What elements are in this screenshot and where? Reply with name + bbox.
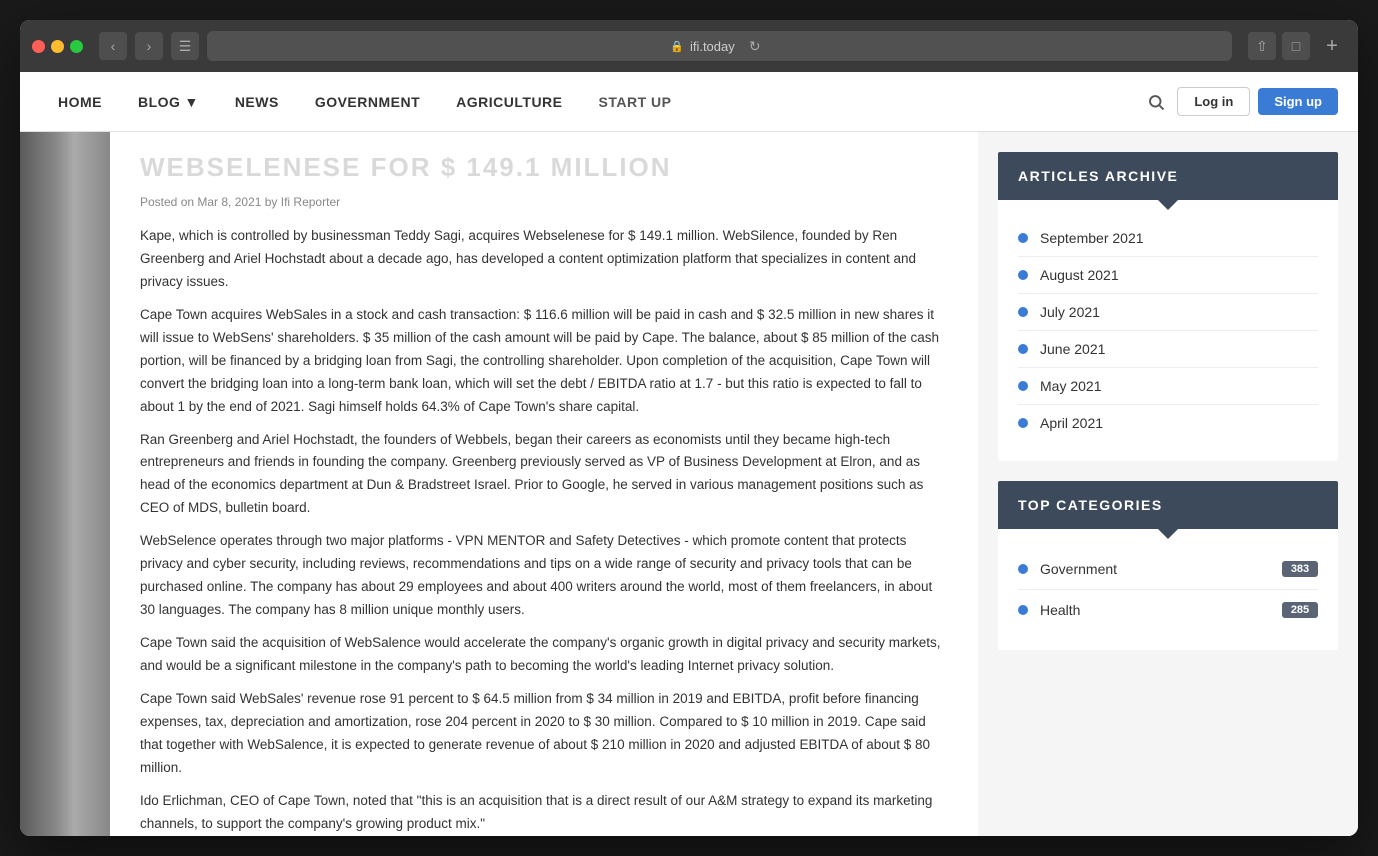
browser-window: ‹ › ☰ 🔒 ifi.today ↻ ⇧ □ + HOME BLOG ▼ NE… <box>20 20 1358 836</box>
archive-dot <box>1018 381 1028 391</box>
archive-dot <box>1018 418 1028 428</box>
search-button[interactable] <box>1143 89 1169 115</box>
archive-item-sep2021[interactable]: September 2021 <box>1018 220 1318 257</box>
left-background <box>20 132 110 836</box>
archive-dot <box>1018 270 1028 280</box>
nav-agriculture[interactable]: AGRICULTURE <box>438 72 580 132</box>
traffic-lights <box>32 40 83 53</box>
search-icon <box>1147 93 1165 111</box>
reload-button[interactable]: ↻ <box>741 32 769 60</box>
share-button[interactable]: ⇧ <box>1248 32 1276 60</box>
url-text: ifi.today <box>690 39 735 54</box>
article-paragraph-6: Cape Town said WebSales' revenue rose 91… <box>140 688 948 780</box>
categories-widget-header: TOP CATEGORIES <box>998 481 1338 529</box>
category-count: 383 <box>1282 561 1318 577</box>
article-paragraph-5: Cape Town said the acquisition of WebSal… <box>140 632 948 678</box>
category-item-health[interactable]: Health 285 <box>1018 590 1318 630</box>
lock-icon: 🔒 <box>670 40 684 53</box>
header-actions: Log in Sign up <box>1143 87 1338 116</box>
back-button[interactable]: ‹ <box>99 32 127 60</box>
close-button[interactable] <box>32 40 45 53</box>
article-paragraph-4: WebSelence operates through two major pl… <box>140 530 948 622</box>
nav-blog[interactable]: BLOG ▼ <box>120 72 217 132</box>
nav-news[interactable]: NEWS <box>217 72 297 132</box>
archive-header-triangle <box>1158 200 1178 210</box>
article-heading: WEBSELENESE FOR $ 149.1 MILLION <box>140 152 672 183</box>
archive-label: April 2021 <box>1040 415 1103 431</box>
category-item-government[interactable]: Government 383 <box>1018 549 1318 590</box>
main-content: WEBSELENESE FOR $ 149.1 MILLION Posted o… <box>110 132 978 836</box>
nav-startup[interactable]: START UP <box>581 72 690 132</box>
maximize-button[interactable] <box>70 40 83 53</box>
add-tab-button[interactable]: + <box>1318 32 1346 60</box>
signup-button[interactable]: Sign up <box>1258 88 1338 115</box>
category-left: Health <box>1018 602 1080 618</box>
browser-titlebar: ‹ › ☰ 🔒 ifi.today ↻ ⇧ □ + <box>20 20 1358 72</box>
login-button[interactable]: Log in <box>1177 87 1250 116</box>
category-left: Government <box>1018 561 1117 577</box>
categories-widget-body: Government 383 Health 285 <box>998 529 1338 650</box>
archive-item-apr2021[interactable]: April 2021 <box>1018 405 1318 441</box>
archive-dot <box>1018 344 1028 354</box>
archive-label: June 2021 <box>1040 341 1105 357</box>
content-area: WEBSELENESE FOR $ 149.1 MILLION Posted o… <box>20 132 1358 836</box>
category-dot <box>1018 605 1028 615</box>
archive-item-aug2021[interactable]: August 2021 <box>1018 257 1318 294</box>
nav-government[interactable]: GOVERNMENT <box>297 72 438 132</box>
sidebar-toggle-button[interactable]: ☰ <box>171 32 199 60</box>
archive-label: May 2021 <box>1040 378 1101 394</box>
article-body: Kape, which is controlled by businessman… <box>140 225 948 836</box>
tab-view-button[interactable]: □ <box>1282 32 1310 60</box>
website: HOME BLOG ▼ NEWS GOVERNMENT AGRICULTURE … <box>20 72 1358 836</box>
article-heading-wrapper: WEBSELENESE FOR $ 149.1 MILLION <box>140 152 948 183</box>
categories-widget-title: TOP CATEGORIES <box>1018 497 1318 513</box>
site-nav: HOME BLOG ▼ NEWS GOVERNMENT AGRICULTURE … <box>40 72 1143 132</box>
article-paragraph-3: Ran Greenberg and Ariel Hochstadt, the f… <box>140 429 948 521</box>
archive-label: July 2021 <box>1040 304 1100 320</box>
article-meta: Posted on Mar 8, 2021 by Ifi Reporter <box>140 195 948 209</box>
archive-widget-title: ARTICLES ARCHIVE <box>1018 168 1318 184</box>
archive-item-jul2021[interactable]: July 2021 <box>1018 294 1318 331</box>
category-dot <box>1018 564 1028 574</box>
category-name: Government <box>1040 561 1117 577</box>
article-paragraph-1: Kape, which is controlled by businessman… <box>140 225 948 294</box>
archive-widget-body: September 2021 August 2021 July 2021 <box>998 200 1338 461</box>
archive-widget-header: ARTICLES ARCHIVE <box>998 152 1338 200</box>
article-paragraph-7: Ido Erlichman, CEO of Cape Town, noted t… <box>140 790 948 836</box>
article-paragraph-2: Cape Town acquires WebSales in a stock a… <box>140 304 948 419</box>
address-bar[interactable]: 🔒 ifi.today ↻ <box>207 31 1232 61</box>
category-name: Health <box>1040 602 1080 618</box>
forward-button[interactable]: › <box>135 32 163 60</box>
right-sidebar: ARTICLES ARCHIVE September 2021 August 2… <box>978 132 1358 836</box>
archive-dot <box>1018 233 1028 243</box>
chevron-down-icon: ▼ <box>184 94 198 110</box>
nav-home[interactable]: HOME <box>40 72 120 132</box>
browser-actions: ⇧ □ <box>1248 32 1310 60</box>
categories-widget: TOP CATEGORIES Government 383 <box>998 481 1338 650</box>
categories-header-triangle <box>1158 529 1178 539</box>
archive-item-may2021[interactable]: May 2021 <box>1018 368 1318 405</box>
archive-label: August 2021 <box>1040 267 1119 283</box>
category-count: 285 <box>1282 602 1318 618</box>
site-header: HOME BLOG ▼ NEWS GOVERNMENT AGRICULTURE … <box>20 72 1358 132</box>
archive-dot <box>1018 307 1028 317</box>
archive-label: September 2021 <box>1040 230 1144 246</box>
left-bg-gradient <box>20 132 110 836</box>
archive-widget: ARTICLES ARCHIVE September 2021 August 2… <box>998 152 1338 461</box>
minimize-button[interactable] <box>51 40 64 53</box>
archive-item-jun2021[interactable]: June 2021 <box>1018 331 1318 368</box>
